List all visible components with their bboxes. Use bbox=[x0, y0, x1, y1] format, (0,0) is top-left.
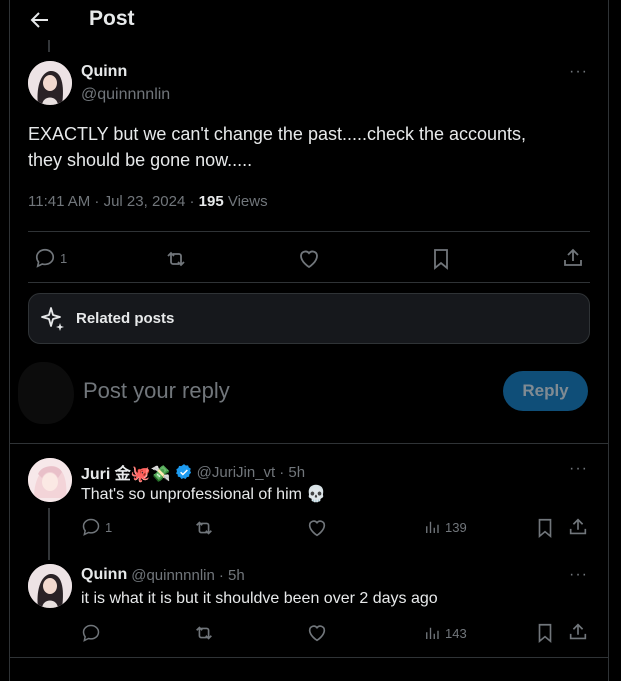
views-label: Views bbox=[223, 193, 268, 210]
more-options-icon[interactable]: ··· bbox=[569, 460, 588, 478]
avatar-image bbox=[28, 61, 72, 105]
repost-icon[interactable] bbox=[164, 247, 188, 271]
reply-text: it is what it is but it shouldve been ov… bbox=[81, 590, 438, 607]
divider bbox=[28, 282, 590, 283]
reply-header: Quinn @quinnnnlin · 5h bbox=[81, 566, 245, 584]
reply-action[interactable]: 1 bbox=[81, 517, 112, 537]
author-name[interactable]: Quinn bbox=[81, 566, 127, 584]
views-count: 143 bbox=[445, 625, 467, 641]
analytics-icon bbox=[426, 521, 439, 533]
like-icon[interactable] bbox=[306, 517, 328, 539]
reply-time[interactable]: · 5h bbox=[219, 567, 245, 584]
author-handle[interactable]: @JuriJin_vt bbox=[197, 464, 276, 481]
repost-icon[interactable] bbox=[193, 517, 215, 539]
divider bbox=[28, 231, 590, 232]
avatar[interactable] bbox=[28, 458, 72, 502]
bookmark-icon[interactable] bbox=[429, 247, 453, 271]
more-options-icon[interactable]: ··· bbox=[569, 566, 588, 584]
reply-input[interactable]: Post your reply bbox=[83, 378, 230, 404]
author-handle[interactable]: @quinnnnlin bbox=[81, 86, 170, 104]
timestamp-text: 11:41 AM · Jul 23, 2024 · bbox=[28, 193, 199, 210]
divider bbox=[10, 443, 608, 444]
bookmark-icon[interactable] bbox=[534, 517, 556, 539]
reply-icon bbox=[35, 248, 55, 268]
divider bbox=[10, 657, 608, 658]
avatar-image bbox=[28, 564, 72, 608]
author-name[interactable]: Quinn bbox=[81, 63, 127, 81]
bookmark-icon[interactable] bbox=[534, 622, 556, 644]
thread-connector bbox=[48, 40, 50, 52]
reply-icon bbox=[82, 518, 100, 536]
user-avatar bbox=[18, 362, 74, 424]
avatar[interactable] bbox=[28, 564, 72, 608]
sparkle-icon bbox=[41, 307, 64, 331]
like-icon[interactable] bbox=[297, 247, 321, 271]
analytics-icon bbox=[426, 627, 439, 639]
like-icon[interactable] bbox=[306, 622, 328, 644]
views-action[interactable]: 143 bbox=[423, 624, 467, 642]
post-text-line2: they should be gone now..... bbox=[28, 150, 253, 170]
avatar[interactable] bbox=[28, 61, 72, 105]
page-title: Post bbox=[89, 7, 135, 30]
avatar-image bbox=[28, 458, 72, 502]
reply-action[interactable]: 1 bbox=[34, 247, 67, 269]
post-text-line1: EXACTLY but we can't change the past....… bbox=[28, 124, 527, 144]
share-icon[interactable] bbox=[567, 621, 589, 643]
share-icon[interactable] bbox=[561, 246, 585, 270]
reply-time[interactable]: · 5h bbox=[279, 464, 305, 481]
reply-count: 1 bbox=[105, 519, 113, 535]
views-count: 195 bbox=[198, 193, 224, 210]
thread-connector bbox=[48, 508, 50, 560]
reply-button[interactable]: Reply bbox=[503, 371, 588, 411]
author-handle[interactable]: @quinnnnlin bbox=[131, 567, 215, 584]
reply-header: Juri 金🐙💸 @JuriJin_vt · 5h bbox=[81, 460, 305, 484]
reply-icon[interactable] bbox=[81, 623, 101, 643]
verified-badge-icon bbox=[175, 464, 191, 479]
post-timestamp[interactable]: 11:41 AM · Jul 23, 2024 · 195 Views bbox=[28, 193, 268, 210]
related-posts-label: Related posts bbox=[76, 310, 175, 327]
back-arrow-icon[interactable] bbox=[28, 8, 52, 32]
more-options-icon[interactable]: ··· bbox=[569, 63, 588, 81]
repost-icon[interactable] bbox=[193, 622, 215, 644]
reply-count: 1 bbox=[60, 250, 68, 266]
views-action[interactable]: 139 bbox=[423, 518, 467, 536]
views-count: 139 bbox=[445, 519, 467, 535]
share-icon[interactable] bbox=[567, 516, 589, 538]
reply-text: That's so unprofessional of him 💀 bbox=[81, 486, 327, 503]
author-name[interactable]: Juri 金🐙💸 bbox=[81, 460, 171, 484]
